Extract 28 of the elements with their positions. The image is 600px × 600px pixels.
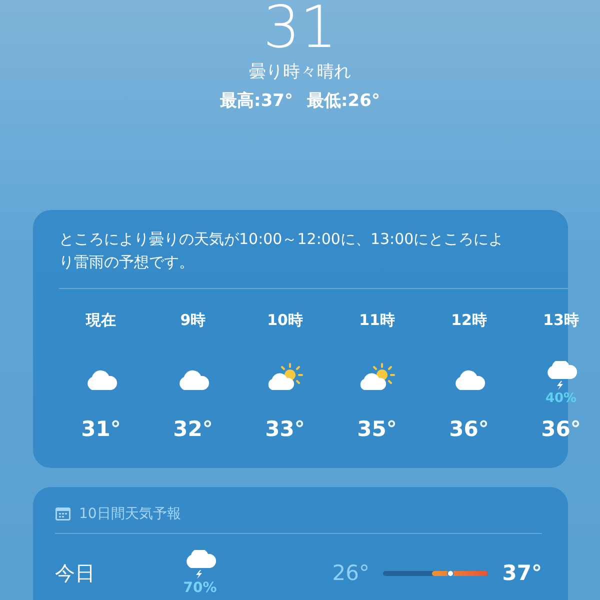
high-temperature: 最高:37°: [220, 90, 293, 112]
sun-cloud-icon: [266, 363, 304, 391]
hour-label: 9時: [180, 311, 206, 331]
hour-temperature: 31°: [81, 417, 121, 441]
section-title: 10日間天気予報: [79, 505, 181, 523]
hour-label: 11時: [359, 311, 395, 331]
hour-label: 12時: [451, 311, 487, 331]
day-label: 今日: [55, 560, 96, 586]
sun-cloud-icon: [358, 363, 396, 391]
hour-temperature: 33°: [265, 417, 305, 441]
weather-condition: 曇り時々晴れ: [249, 61, 351, 83]
precipitation-chance: 40%: [545, 391, 577, 406]
hour-temperature: 35°: [357, 417, 397, 441]
low-temperature: 最低:26°: [307, 90, 380, 112]
thunder-cloud-icon: [545, 361, 577, 391]
forecast-summary: ところにより曇りの天気が10:00～12:00に、13:00にところにより雷雨の予想です。: [59, 229, 505, 273]
precipitation-chance: 70%: [183, 580, 217, 596]
current-temperature: 31: [263, 0, 337, 56]
hour-temperature: 32°: [173, 417, 213, 441]
hour-label: 10時: [267, 311, 303, 331]
high-temperature: 37°: [502, 561, 542, 585]
low-temperature: 26°: [331, 561, 370, 585]
thunder-cloud-icon: [184, 550, 216, 580]
hour-label: 現在: [86, 311, 116, 331]
hour-label: 13時: [543, 311, 579, 331]
hour-temperature: 36°: [541, 417, 581, 441]
calendar-icon: [55, 507, 71, 521]
hour-temperature: 36°: [449, 417, 489, 441]
